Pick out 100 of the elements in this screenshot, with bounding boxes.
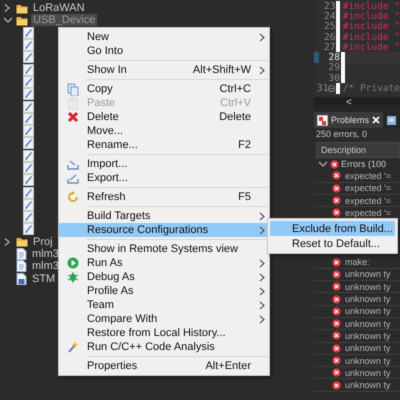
folder-icon [16,14,28,26]
clipboard-icon [386,114,398,126]
wand-icon [67,340,79,354]
panel-tab[interactable]: Problems [314,112,384,128]
refresh-icon [67,190,79,204]
menu-item[interactable]: Delete Delete [59,110,269,124]
code-line: #include " [342,21,400,32]
error-icon [332,258,341,267]
menu-item[interactable]: Reset to Default... [270,236,395,251]
error-icon [332,344,341,353]
tree-item[interactable]: LoRaWAN [31,2,87,14]
line-number: 25 [324,21,336,32]
menu-item[interactable]: Exclude from Build... [270,221,395,236]
menu-item[interactable]: Go Into [59,44,269,58]
problem-description[interactable]: unknown ty [345,269,391,280]
code-line: #include " [342,42,400,53]
problem-description[interactable]: unknown ty [345,380,391,390]
error-icon [332,331,341,340]
paste-icon [67,96,79,110]
problem-description[interactable]: unknown ty [345,282,391,292]
problem-description[interactable]: expected '= [345,208,392,218]
error-icon [332,282,341,292]
source-file-icon [23,26,34,39]
menu-item[interactable]: Rename... F2 [59,138,269,152]
run-icon [67,256,79,270]
menu-item[interactable]: Refresh F5 [59,190,269,204]
source-file-icon [23,112,34,125]
source-file-icon [23,211,34,224]
line-number: 27 [324,42,336,53]
menu-item[interactable]: Export... [59,171,269,185]
source-file-icon [23,76,34,88]
line-number: 23 [324,0,336,12]
problem-description[interactable]: unknown ty [345,343,391,354]
source-file-icon [23,51,34,64]
error-icon [332,380,341,390]
source-file-icon [23,137,34,150]
problem-description[interactable]: unknown ty [345,330,391,341]
problem-description[interactable]: unknown ty [345,294,391,304]
problem-description[interactable]: expected '= [345,183,392,194]
problems-icon [317,114,328,126]
menu-item[interactable]: Restore from Local History... [59,326,269,340]
menu-item[interactable]: Show In Alt+Shift+W [59,63,269,77]
problem-description[interactable]: unknown ty [345,368,391,378]
tree-item[interactable]: mlm3 [30,248,61,260]
source-file-icon [23,150,34,162]
menu-item[interactable]: Import... [59,157,269,171]
collapse-chevron-icon[interactable] [318,159,328,170]
problem-description[interactable]: unknown ty [345,306,391,316]
file-icon [16,248,27,260]
error-icon [332,171,341,180]
delete-icon [67,110,79,124]
source-file-icon [23,223,34,236]
menu-item[interactable]: Compare With [59,312,269,326]
line-number: 24 [324,10,336,22]
problem-description[interactable]: expected '= [345,170,392,181]
source-file-icon [23,186,34,199]
menu-item[interactable]: Team [59,298,269,312]
bug-icon [67,270,79,284]
close-icon[interactable] [372,116,380,124]
problem-description[interactable]: unknown ty [345,318,391,329]
error-icon [332,196,341,206]
column-header[interactable]: Description [316,142,400,158]
folder-icon [16,2,28,14]
problem-description[interactable]: expected '= [345,196,392,206]
tree-item[interactable]: Proj [31,236,55,248]
folder-icon [16,236,28,248]
export-icon [67,172,79,184]
menu-item[interactable]: Run As [59,256,269,270]
error-icon [332,319,341,328]
tree-item[interactable]: STM [30,272,58,285]
menu-item[interactable]: Move... [59,124,269,138]
menu-item[interactable]: Show in Remote Systems view [59,242,269,256]
source-file-icon [23,198,34,211]
collapse-chevron-icon[interactable] [3,15,13,26]
error-icon [332,306,341,316]
line-number: 30 [328,72,340,84]
menu-item[interactable]: Profile As [59,284,269,298]
error-icon [332,294,341,304]
file-icon [16,272,27,285]
problem-description[interactable]: make: [345,257,370,268]
menu-item[interactable]: Build Targets [59,209,269,223]
import-icon [67,158,79,170]
code-line: #include " [342,0,400,12]
problem-description[interactable]: unknown ty [345,356,391,366]
tree-item[interactable]: mlm3 [30,260,61,272]
menu-item[interactable]: Resource Configurations [59,223,269,237]
menu-item[interactable]: Debug As [59,270,269,284]
line-number: 29 [328,62,340,74]
menu-item[interactable]: Copy Ctrl+C [59,82,269,96]
fold-icon[interactable] [328,85,336,92]
source-file-icon [23,88,34,100]
source-file-icon [23,39,34,52]
error-icon [332,184,341,193]
problem-group[interactable]: Errors (100 [341,159,386,170]
menu-item[interactable]: Properties Alt+Enter [59,359,269,373]
source-file-icon [23,125,34,138]
problems-summary: 250 errors, 0 [315,128,368,140]
scroll-left-arrow[interactable]: < [346,96,352,105]
menu-item[interactable]: Run C/C++ Code Analysis [59,340,269,354]
menu-item[interactable]: New [59,30,269,44]
